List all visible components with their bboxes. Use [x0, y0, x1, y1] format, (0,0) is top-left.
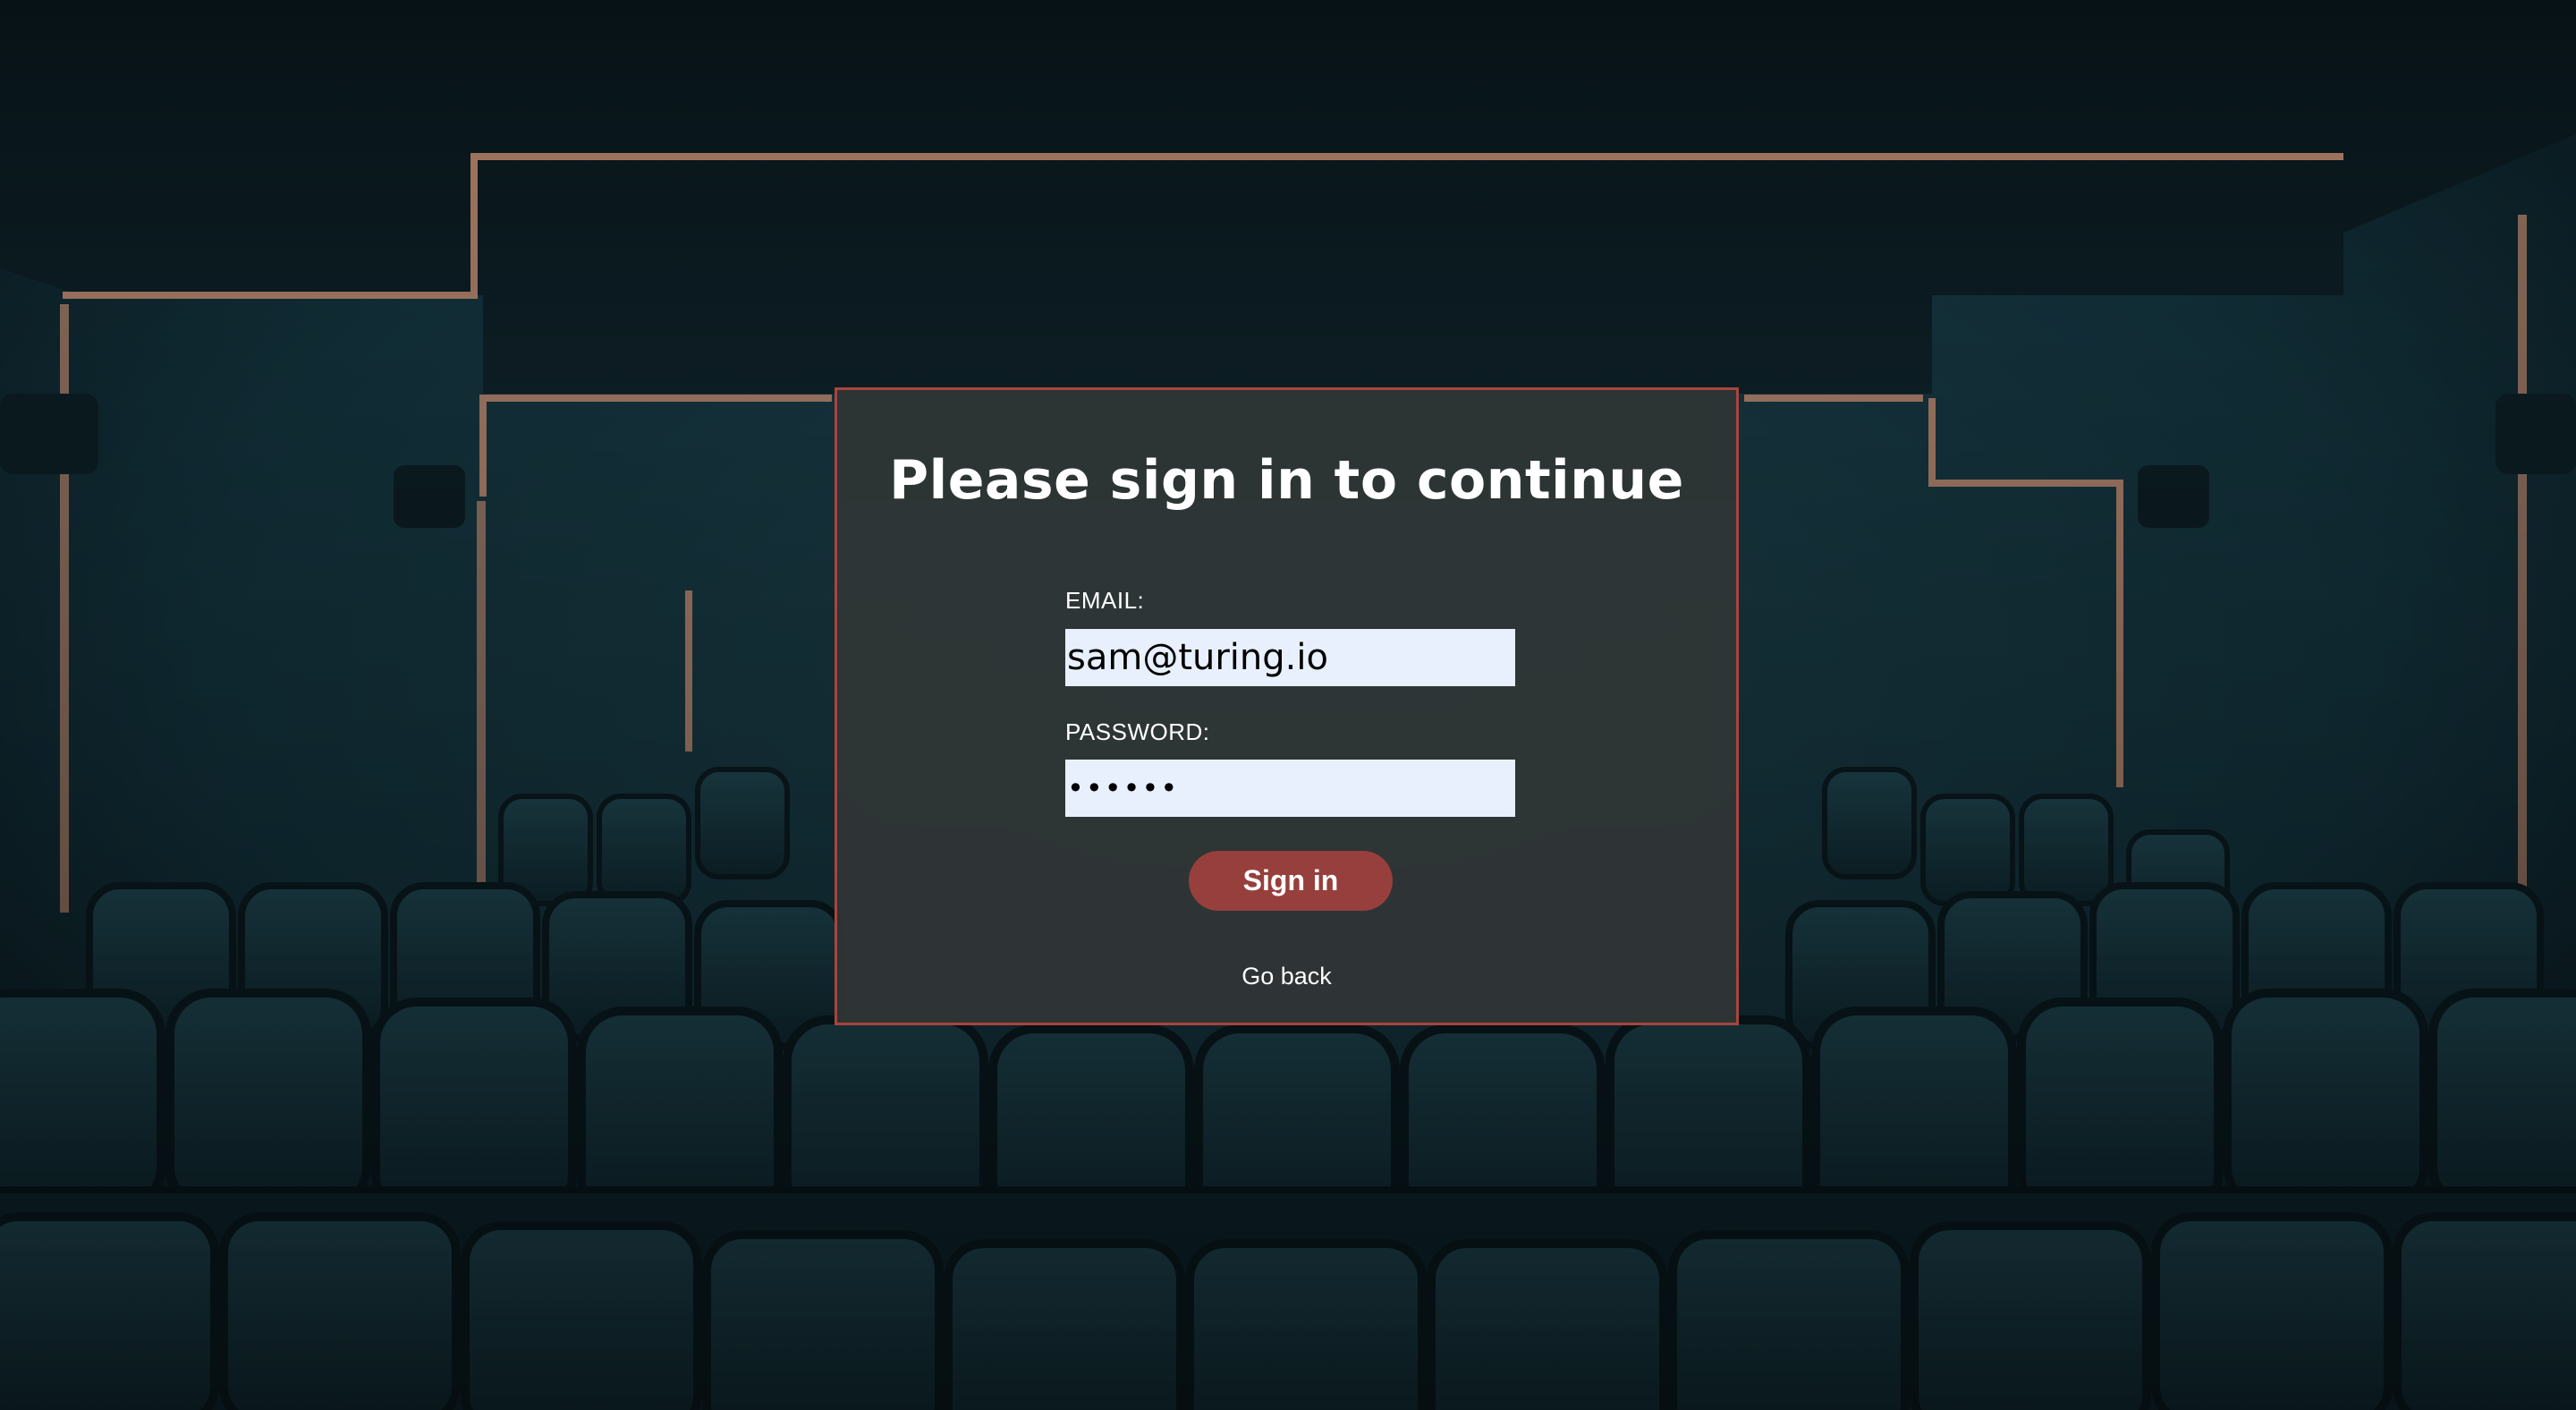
password-field[interactable] [1065, 760, 1515, 817]
sign-in-button[interactable]: Sign in [1189, 851, 1393, 911]
dialog-title: Please sign in to continue [889, 449, 1684, 512]
go-back-link[interactable]: Go back [837, 963, 1736, 990]
email-label: EMAIL: [1065, 587, 1145, 614]
email-field[interactable] [1065, 629, 1515, 686]
password-label: PASSWORD: [1065, 718, 1210, 745]
sign-in-dialog: Please sign in to continue EMAIL: PASSWO… [835, 387, 1739, 1025]
